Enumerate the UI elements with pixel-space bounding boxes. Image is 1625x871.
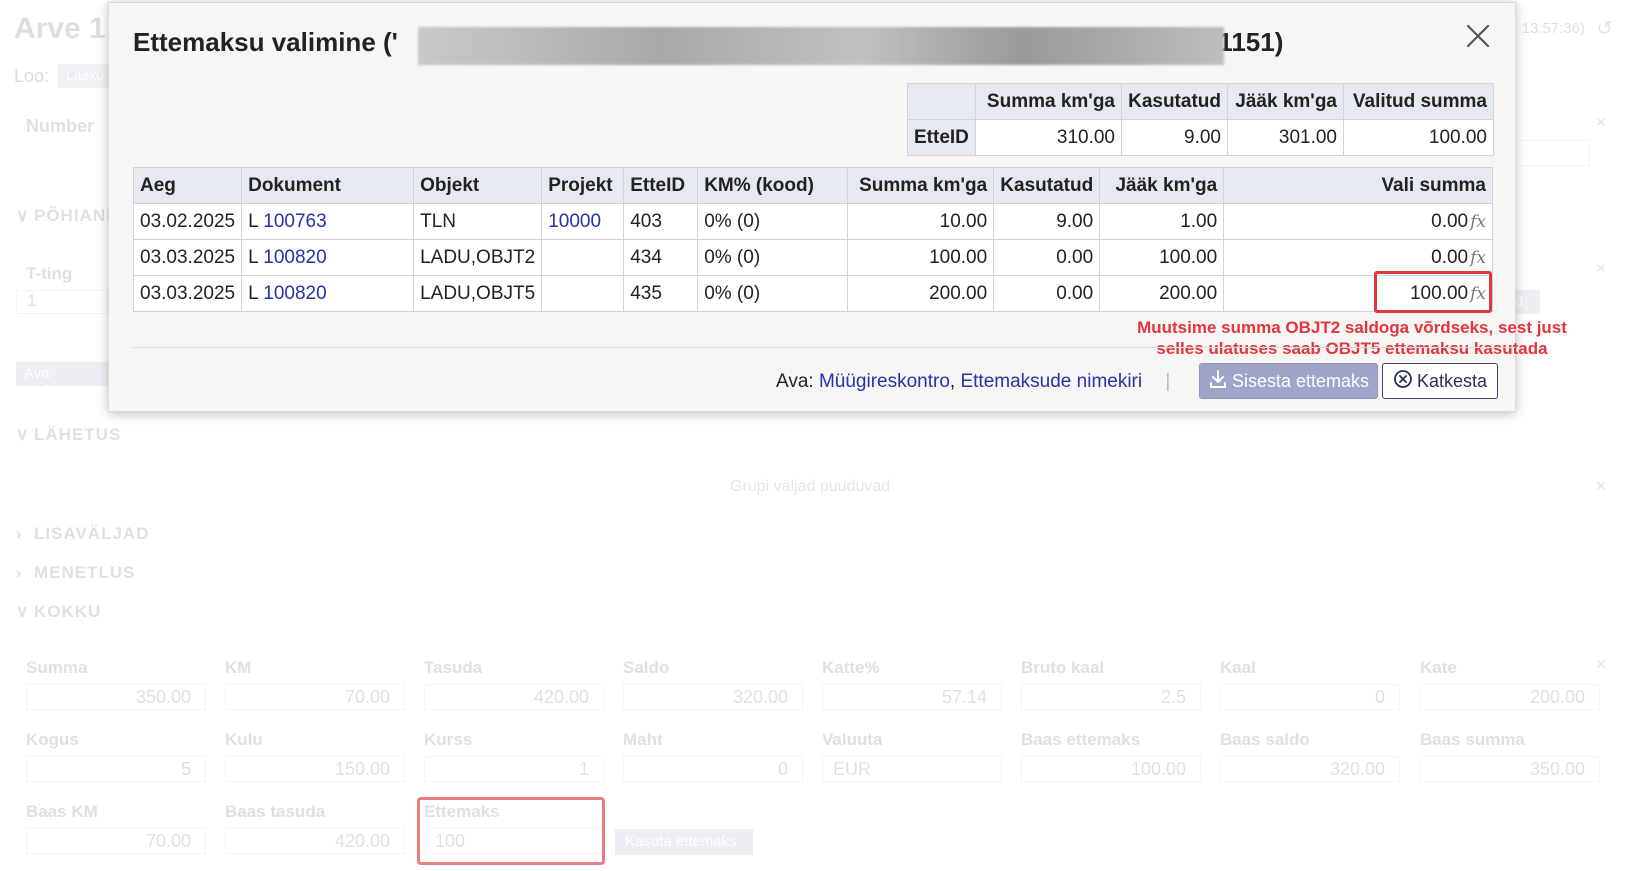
summary-value: 301.00 [1227, 119, 1344, 156]
doc-prefix: L [248, 210, 258, 232]
doc-prefix: L [248, 246, 258, 268]
link-myygireskontro[interactable]: Müügireskontro [819, 371, 950, 392]
formula-fx-icon[interactable]: fx [1470, 212, 1486, 232]
prepayment-selection-dialog: Ettemaksu valimine (', 1151) Summa km'ga… [108, 2, 1567, 412]
column-header[interactable]: Kasutatud [993, 167, 1101, 204]
cell-aeg: 03.03.2025 [132, 275, 243, 312]
sisesta-ettemaks-label: Sisesta ettemaks [1231, 370, 1370, 391]
column-header[interactable]: EtteID [623, 167, 699, 204]
vali-summa-value: 0.00 [1431, 210, 1469, 232]
document-link[interactable]: 100763 [263, 211, 326, 232]
prepayments-table: Aeg Dokument Objekt Projekt EtteID KM% (… [132, 167, 1493, 312]
cell-aeg: 03.02.2025 [132, 203, 243, 240]
summary-header: Kasutatud [1121, 83, 1228, 120]
table-row: 03.02.2025 L 100763 TLN 10000 403 0% (0)… [132, 203, 1493, 240]
cell-km: 0% (0) [697, 203, 849, 240]
cell-etteid: 403 [623, 203, 699, 240]
close-icon[interactable] [1463, 21, 1493, 51]
cell-jaak: 200.00 [1099, 275, 1225, 312]
cell-etteid: 435 [623, 275, 699, 312]
cell-summa: 10.00 [847, 203, 995, 240]
ava-label: Ava: [776, 371, 814, 392]
summary-value: 100.00 [1343, 119, 1494, 156]
document-link[interactable]: 100820 [263, 283, 326, 304]
formula-fx-icon[interactable]: fx [1470, 284, 1486, 304]
cell-km: 0% (0) [697, 275, 849, 312]
cell-km: 0% (0) [697, 239, 849, 276]
cell-aeg: 03.03.2025 [132, 239, 243, 276]
document-link[interactable]: 100820 [263, 247, 326, 268]
column-header[interactable]: Objekt [413, 167, 543, 204]
vali-summa-input[interactable]: 0.00 fx [1223, 203, 1493, 240]
link-separator-comma: , [949, 371, 956, 392]
cell-projekt [541, 239, 625, 276]
summary-table: Summa km'ga Kasutatud Jääk km'ga Valitud… [907, 83, 1494, 156]
cell-summa: 200.00 [847, 275, 995, 312]
katkesta-label: Katkesta [1416, 370, 1488, 391]
column-header[interactable]: Summa km'ga [847, 167, 995, 204]
vali-summa-input[interactable]: 0.00 fx [1223, 239, 1493, 276]
annotation-line: Muutsime summa OBJT2 saldoga võrdseks, s… [1137, 318, 1567, 337]
cell-objekt: LADU,OBJT2 [413, 239, 543, 276]
column-header[interactable]: Aeg [132, 167, 243, 204]
cell-objekt: TLN [413, 203, 543, 240]
cell-kasutatud: 9.00 [993, 203, 1101, 240]
summary-value: 9.00 [1121, 119, 1228, 156]
summary-value: 310.00 [975, 119, 1122, 156]
table-row: 03.03.2025 L 100820 LADU,OBJT5 435 0% (0… [132, 275, 1493, 312]
footer-links: Ava: Müügireskontro, Ettemaksude nimekir… [776, 371, 1180, 393]
table-header-row: Aeg Dokument Objekt Projekt EtteID KM% (… [132, 167, 1493, 204]
cell-dokument: L 100820 [241, 275, 415, 312]
summary-header: Valitud summa [1343, 83, 1494, 120]
dialog-title-prefix: Ettemaksu valimine (' [133, 27, 398, 57]
column-header[interactable]: Projekt [541, 167, 625, 204]
cell-dokument: L 100763 [241, 203, 415, 240]
cell-kasutatud: 0.00 [993, 275, 1101, 312]
annotation-text: Muutsime summa OBJT2 saldoga võrdseks, s… [1104, 317, 1600, 359]
footer-separator: | [1165, 371, 1171, 392]
doc-prefix: L [248, 282, 258, 304]
vali-summa-value: 100.00 [1409, 282, 1469, 304]
column-header[interactable]: Jääk km'ga [1099, 167, 1225, 204]
download-icon [1208, 369, 1228, 394]
vali-summa-input[interactable]: 100.00 fx [1223, 275, 1493, 312]
cell-dokument: L 100820 [241, 239, 415, 276]
summary-header: Jääk km'ga [1227, 83, 1344, 120]
cell-jaak: 1.00 [1099, 203, 1225, 240]
redacted-customer-name [418, 27, 1224, 65]
column-header[interactable]: KM% (kood) [697, 167, 849, 204]
katkesta-button[interactable]: Katkesta [1382, 363, 1498, 399]
vali-summa-value: 0.00 [1431, 246, 1469, 268]
cell-objekt: LADU,OBJT5 [413, 275, 543, 312]
cell-projekt: 10000 [541, 203, 625, 240]
cell-jaak: 100.00 [1099, 239, 1225, 276]
sisesta-ettemaks-button[interactable]: Sisesta ettemaks [1199, 363, 1378, 399]
annotation-line: selles ulatuses saab OBJT5 ettemaksu kas… [1156, 339, 1548, 358]
cell-summa: 100.00 [847, 239, 995, 276]
formula-fx-icon[interactable]: fx [1470, 248, 1486, 268]
column-header[interactable]: Vali summa [1223, 167, 1493, 204]
cancel-circle-icon [1393, 369, 1413, 394]
project-link[interactable]: 10000 [548, 211, 601, 232]
summary-header: Summa km'ga [975, 83, 1122, 120]
cell-kasutatud: 0.00 [993, 239, 1101, 276]
summary-corner [907, 83, 976, 120]
cell-projekt [541, 275, 625, 312]
cell-etteid: 434 [623, 239, 699, 276]
column-header[interactable]: Dokument [241, 167, 415, 204]
link-ettemaksude-nimekiri[interactable]: Ettemaksude nimekiri [960, 371, 1142, 392]
footer-divider [133, 347, 1515, 348]
table-row: 03.03.2025 L 100820 LADU,OBJT2 434 0% (0… [132, 239, 1493, 276]
summary-row-label: EtteID [907, 119, 976, 156]
